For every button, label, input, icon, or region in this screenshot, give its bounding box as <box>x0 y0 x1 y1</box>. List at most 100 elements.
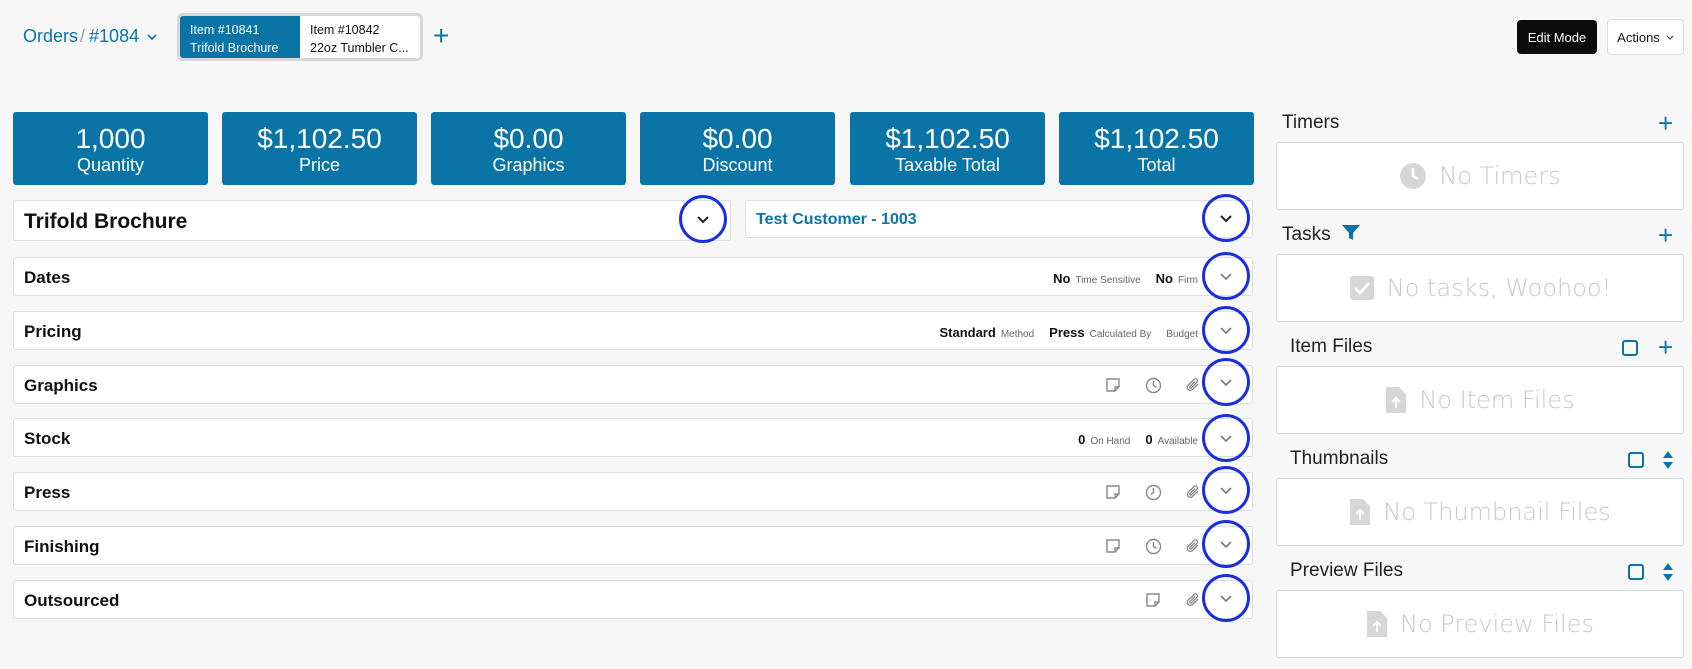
filter-icon[interactable] <box>1341 224 1361 242</box>
section-graphics[interactable]: Graphics <box>13 365 1253 404</box>
time-sensitive-value: No <box>1053 271 1071 286</box>
item-name-box: Trifold Brochure <box>13 200 731 241</box>
file-upload-icon <box>1386 387 1407 413</box>
chevron-down-icon <box>1220 326 1232 334</box>
summary-card-price: $1,102.50 Price <box>222 112 417 185</box>
breadcrumb-orders-link[interactable]: Orders <box>23 26 78 47</box>
item-name-expand-button[interactable] <box>679 195 727 243</box>
summary-card-graphics: $0.00 Graphics <box>431 112 626 185</box>
summary-card-quantity: 1,000 Quantity <box>13 112 208 185</box>
pricing-expand-button[interactable] <box>1202 306 1250 354</box>
breadcrumb-separator: / <box>80 26 86 46</box>
add-task-button[interactable]: + <box>1658 222 1673 248</box>
preview-files-empty-text: No Preview Files <box>1400 610 1594 638</box>
chevron-down-icon <box>697 215 709 223</box>
budget-label: Budget <box>1166 329 1198 340</box>
breadcrumb-order-number[interactable]: #1084 <box>89 26 139 47</box>
item-files-empty-text: No Item Files <box>1419 386 1575 414</box>
section-title: Press <box>24 483 71 502</box>
pricing-method-label: Method <box>1000 329 1035 340</box>
chevron-down-icon <box>1666 32 1674 42</box>
section-title: Pricing <box>24 322 82 341</box>
sort-icon[interactable] <box>1662 450 1674 470</box>
summary-label: Quantity <box>76 155 145 175</box>
summary-card-total: $1,102.50 Total <box>1059 112 1254 185</box>
item-tab-10842[interactable]: Item #10842 22oz Tumbler C... <box>300 16 420 58</box>
item-files-select-checkbox[interactable] <box>1622 340 1638 356</box>
graphics-expand-button[interactable] <box>1202 358 1250 406</box>
plus-icon[interactable]: + <box>433 22 449 50</box>
note-icon[interactable] <box>1104 537 1122 555</box>
item-tab-name: Trifold Brochure <box>190 41 279 55</box>
section-press[interactable]: Press <box>13 472 1253 511</box>
summary-value: 1,000 <box>75 123 146 154</box>
section-finishing[interactable]: Finishing <box>13 526 1253 565</box>
dates-meta: No Time Sensitive No Firm <box>1053 271 1208 286</box>
section-pricing[interactable]: Pricing Standard Method Press Calculated… <box>13 311 1253 350</box>
add-item-file-button[interactable]: + <box>1658 334 1673 360</box>
actions-button[interactable]: Actions <box>1607 19 1684 55</box>
chevron-down-icon <box>1220 540 1232 548</box>
paperclip-icon[interactable] <box>1184 483 1202 501</box>
paperclip-icon[interactable] <box>1184 537 1202 555</box>
paperclip-icon[interactable] <box>1184 591 1202 609</box>
clock-icon[interactable] <box>1144 376 1162 394</box>
time-sensitive-label: Time Sensitive <box>1075 275 1141 286</box>
edit-mode-button[interactable]: Edit Mode <box>1517 20 1597 54</box>
section-outsourced[interactable]: Outsourced <box>13 580 1253 619</box>
finishing-expand-button[interactable] <box>1202 520 1250 568</box>
summary-card-discount: $0.00 Discount <box>640 112 835 185</box>
thumbnails-select-checkbox[interactable] <box>1628 452 1644 468</box>
preview-files-select-checkbox[interactable] <box>1628 564 1644 580</box>
dates-expand-button[interactable] <box>1202 252 1250 300</box>
item-files-heading: Item Files <box>1290 336 1373 357</box>
item-files-empty-box: No Item Files <box>1276 366 1684 434</box>
section-title: Stock <box>24 429 71 448</box>
clock-icon <box>1400 163 1427 189</box>
customer-expand-button[interactable] <box>1202 194 1250 242</box>
available-label: Available <box>1157 436 1198 447</box>
item-tabs: Item #10841 Trifold Brochure Item #10842… <box>177 13 423 61</box>
stock-expand-button[interactable] <box>1202 414 1250 462</box>
tasks-empty-box: No tasks, Woohoo! <box>1276 254 1684 322</box>
item-name: Trifold Brochure <box>24 210 188 233</box>
file-upload-icon <box>1350 499 1371 525</box>
chevron-down-icon[interactable] <box>147 30 157 44</box>
preview-files-empty-box: No Preview Files <box>1276 590 1684 658</box>
chevron-down-icon <box>1220 272 1232 280</box>
on-hand-value: 0 <box>1078 432 1086 447</box>
timers-heading: Timers <box>1282 112 1340 133</box>
summary-card-taxable-total: $1,102.50 Taxable Total <box>850 112 1045 185</box>
tasks-heading: Tasks <box>1282 224 1331 245</box>
thumbnails-empty-box: No Thumbnail Files <box>1276 478 1684 546</box>
summary-label: Discount <box>702 155 773 175</box>
press-actions <box>1104 483 1202 501</box>
clock-icon[interactable] <box>1144 537 1162 555</box>
item-tab-name: 22oz Tumbler C... <box>310 41 409 55</box>
chevron-down-icon <box>1220 486 1232 494</box>
clock-icon[interactable] <box>1144 483 1162 501</box>
note-icon[interactable] <box>1104 483 1122 501</box>
breadcrumb: Orders / #1084 <box>23 26 157 47</box>
add-timer-button[interactable]: + <box>1658 110 1673 136</box>
press-expand-button[interactable] <box>1202 466 1250 514</box>
checkbox-checked-icon <box>1349 276 1374 300</box>
outsourced-expand-button[interactable] <box>1202 574 1250 622</box>
calculated-by-value: Press <box>1049 325 1085 340</box>
item-tab-number: Item #10841 <box>190 23 260 37</box>
paperclip-icon[interactable] <box>1184 376 1202 394</box>
summary-value: $0.00 <box>493 123 564 154</box>
summary-value: $0.00 <box>702 123 773 154</box>
thumbnails-heading: Thumbnails <box>1290 448 1389 469</box>
customer-link[interactable]: Test Customer - 1003 <box>756 211 917 229</box>
section-stock[interactable]: Stock 0 On Hand 0 Available <box>13 418 1253 457</box>
summary-label: Total <box>1137 155 1176 175</box>
item-tab-10841[interactable]: Item #10841 Trifold Brochure <box>180 16 300 58</box>
chevron-down-icon <box>1220 434 1232 442</box>
timers-empty-text: No Timers <box>1439 162 1561 190</box>
outsourced-actions <box>1144 591 1202 609</box>
note-icon[interactable] <box>1144 591 1162 609</box>
note-icon[interactable] <box>1104 376 1122 394</box>
section-dates[interactable]: Dates No Time Sensitive No Firm <box>13 257 1253 296</box>
sort-icon[interactable] <box>1662 562 1674 582</box>
